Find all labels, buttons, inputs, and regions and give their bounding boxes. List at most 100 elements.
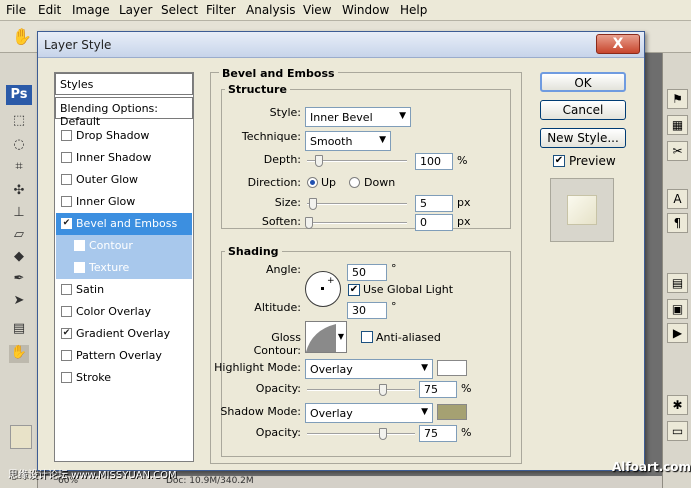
- menu-window[interactable]: Window: [342, 3, 389, 17]
- blur-tool-icon[interactable]: ◆: [9, 249, 29, 267]
- style-checkbox[interactable]: [61, 306, 72, 317]
- size-input[interactable]: 5: [415, 195, 453, 212]
- style-checkbox[interactable]: [74, 262, 85, 273]
- soften-slider[interactable]: [307, 222, 407, 224]
- path-select-tool-icon[interactable]: ➤: [9, 293, 29, 311]
- soften-slider-thumb[interactable]: [305, 217, 313, 229]
- highlight-opacity-input[interactable]: 75: [419, 381, 457, 398]
- ok-button[interactable]: OK: [540, 72, 626, 92]
- technique-dropdown[interactable]: Smooth ▼: [305, 131, 391, 151]
- style-item-texture[interactable]: Texture: [56, 257, 192, 279]
- menu-view[interactable]: View: [303, 3, 331, 17]
- menu-help[interactable]: Help: [400, 3, 427, 17]
- style-item-outer-glow[interactable]: Outer Glow: [56, 169, 192, 191]
- anti-aliased-label[interactable]: Anti-aliased: [376, 331, 441, 344]
- menu-filter[interactable]: Filter: [206, 3, 236, 17]
- dialog-titlebar[interactable]: Layer Style X: [38, 32, 644, 58]
- size-slider[interactable]: [307, 203, 407, 205]
- shadow-color-swatch[interactable]: [437, 404, 467, 420]
- style-checkbox[interactable]: ✔: [61, 218, 72, 229]
- angle-input[interactable]: 50: [347, 264, 387, 281]
- global-light-checkbox[interactable]: ✔: [348, 284, 360, 296]
- layers-panel-icon[interactable]: ▤: [667, 273, 688, 293]
- style-checkbox[interactable]: ✔: [61, 328, 72, 339]
- channels-panel-icon[interactable]: ▣: [667, 299, 688, 319]
- highlight-opacity-slider[interactable]: [307, 389, 415, 391]
- soften-input[interactable]: 0: [415, 214, 453, 231]
- anti-aliased-checkbox[interactable]: [361, 331, 373, 343]
- foreground-color-swatch[interactable]: [10, 425, 32, 449]
- eraser-tool-icon[interactable]: ▱: [9, 227, 29, 245]
- style-item-inner-glow[interactable]: Inner Glow: [56, 191, 192, 213]
- paragraph-panel-icon[interactable]: ¶: [667, 213, 688, 233]
- hand-tool-icon[interactable]: ✋: [12, 27, 32, 46]
- style-item-drop-shadow[interactable]: Drop Shadow: [56, 125, 192, 147]
- crop-tool-icon[interactable]: ⌗: [9, 159, 29, 177]
- style-item-stroke[interactable]: Stroke: [56, 367, 192, 389]
- cancel-button[interactable]: Cancel: [540, 100, 626, 120]
- tool-presets-icon[interactable]: ✂: [667, 141, 688, 161]
- style-checkbox[interactable]: [61, 350, 72, 361]
- hand-tool-icon[interactable]: ✋: [9, 345, 29, 363]
- style-item-bevel-and-emboss[interactable]: ✔ Bevel and Emboss: [56, 213, 192, 235]
- navigator-panel-icon[interactable]: ✱: [667, 395, 688, 415]
- style-item-satin[interactable]: Satin: [56, 279, 192, 301]
- style-item-color-overlay[interactable]: Color Overlay: [56, 301, 192, 323]
- lasso-tool-icon[interactable]: ◌: [9, 137, 29, 155]
- shadow-opacity-slider[interactable]: [307, 433, 415, 435]
- stamp-tool-icon[interactable]: ⊥: [9, 205, 29, 223]
- global-light-label[interactable]: Use Global Light: [363, 283, 453, 296]
- info-panel-icon[interactable]: ▭: [667, 421, 688, 441]
- healing-tool-icon[interactable]: ✣: [9, 183, 29, 201]
- style-item-contour[interactable]: Contour: [56, 235, 192, 257]
- style-item-gradient-overlay[interactable]: ✔ Gradient Overlay: [56, 323, 192, 345]
- menu-file[interactable]: File: [6, 3, 26, 17]
- style-checkbox[interactable]: [61, 174, 72, 185]
- style-checkbox[interactable]: [61, 284, 72, 295]
- menu-image[interactable]: Image: [72, 3, 110, 17]
- paths-panel-icon[interactable]: ▶: [667, 323, 688, 343]
- highlight-opacity-thumb[interactable]: [379, 384, 387, 396]
- style-checkbox[interactable]: [61, 372, 72, 383]
- depth-input[interactable]: 100: [415, 153, 453, 170]
- history-panel-icon[interactable]: ⚑: [667, 89, 688, 109]
- style-item-label: Pattern Overlay: [76, 349, 162, 362]
- direction-down-radio[interactable]: [349, 177, 360, 188]
- highlight-mode-dropdown[interactable]: Overlay ▼: [305, 359, 433, 379]
- style-checkbox[interactable]: [61, 152, 72, 163]
- pen-tool-icon[interactable]: ✒: [9, 271, 29, 289]
- notes-tool-icon[interactable]: ▤: [9, 321, 29, 339]
- highlight-color-swatch[interactable]: [437, 360, 467, 376]
- style-checkbox[interactable]: [74, 240, 85, 251]
- menu-analysis[interactable]: Analysis: [246, 3, 295, 17]
- menu-layer[interactable]: Layer: [119, 3, 152, 17]
- altitude-input[interactable]: 30: [347, 302, 387, 319]
- marquee-tool-icon[interactable]: ⬚: [9, 113, 29, 131]
- styles-header[interactable]: Styles: [55, 73, 193, 95]
- direction-up-radio[interactable]: [307, 177, 318, 188]
- gloss-contour-picker[interactable]: ▼: [305, 321, 347, 353]
- close-button[interactable]: X: [596, 34, 640, 54]
- shadow-opacity-thumb[interactable]: [379, 428, 387, 440]
- shadow-mode-dropdown[interactable]: Overlay ▼: [305, 403, 433, 423]
- preview-checkbox[interactable]: ✔: [553, 155, 565, 167]
- style-checkbox[interactable]: [61, 130, 72, 141]
- preview-label[interactable]: Preview: [569, 154, 616, 168]
- menu-edit[interactable]: Edit: [38, 3, 61, 17]
- menu-select[interactable]: Select: [161, 3, 198, 17]
- new-style-button[interactable]: New Style...: [540, 128, 626, 148]
- actions-panel-icon[interactable]: ▦: [667, 115, 688, 135]
- depth-slider-thumb[interactable]: [315, 155, 323, 167]
- direction-up-label[interactable]: Up: [321, 176, 336, 189]
- direction-down-label[interactable]: Down: [364, 176, 395, 189]
- blending-options[interactable]: Blending Options: Default: [55, 97, 193, 128]
- style-checkbox[interactable]: [61, 196, 72, 207]
- gloss-contour-label: Gloss Contour:: [253, 331, 301, 357]
- style-dropdown[interactable]: Inner Bevel ▼: [305, 107, 411, 127]
- style-item-pattern-overlay[interactable]: Pattern Overlay: [56, 345, 192, 367]
- size-slider-thumb[interactable]: [309, 198, 317, 210]
- shadow-opacity-input[interactable]: 75: [419, 425, 457, 442]
- character-panel-icon[interactable]: A: [667, 189, 688, 209]
- angle-wheel[interactable]: +: [305, 271, 341, 307]
- style-item-inner-shadow[interactable]: Inner Shadow: [56, 147, 192, 169]
